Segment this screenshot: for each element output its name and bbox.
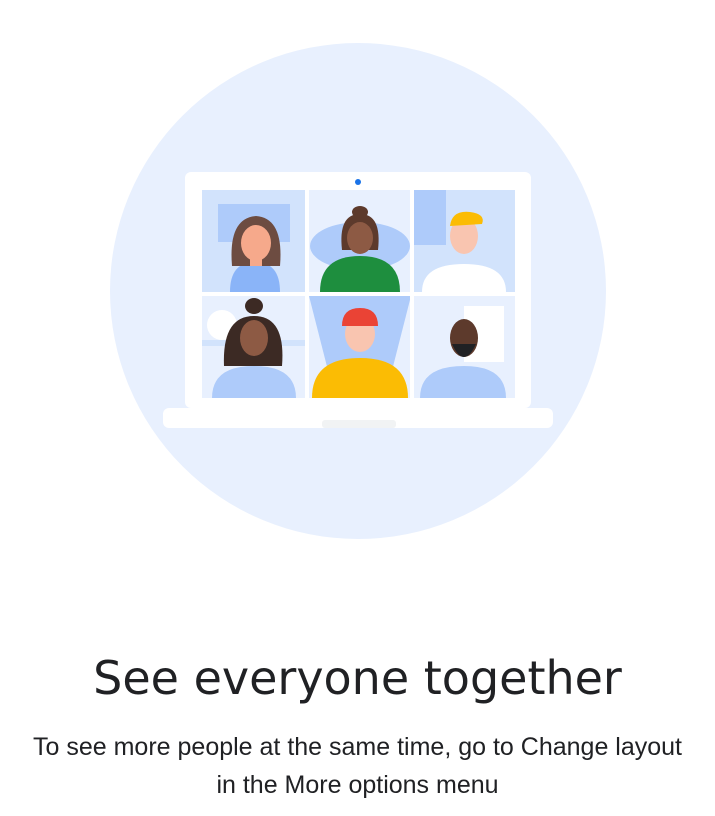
promo-title: See everyone together bbox=[93, 651, 622, 705]
participant-tile-2 bbox=[309, 190, 411, 292]
participant-tile-5 bbox=[309, 296, 411, 398]
participant-tile-3 bbox=[413, 190, 515, 292]
participant-tile-1 bbox=[202, 190, 305, 292]
participant-tile-4 bbox=[202, 296, 305, 398]
video-call-illustration bbox=[110, 43, 606, 539]
promo-description: To see more people at the same time, go … bbox=[33, 733, 682, 799]
participant-tile-6 bbox=[413, 296, 515, 398]
